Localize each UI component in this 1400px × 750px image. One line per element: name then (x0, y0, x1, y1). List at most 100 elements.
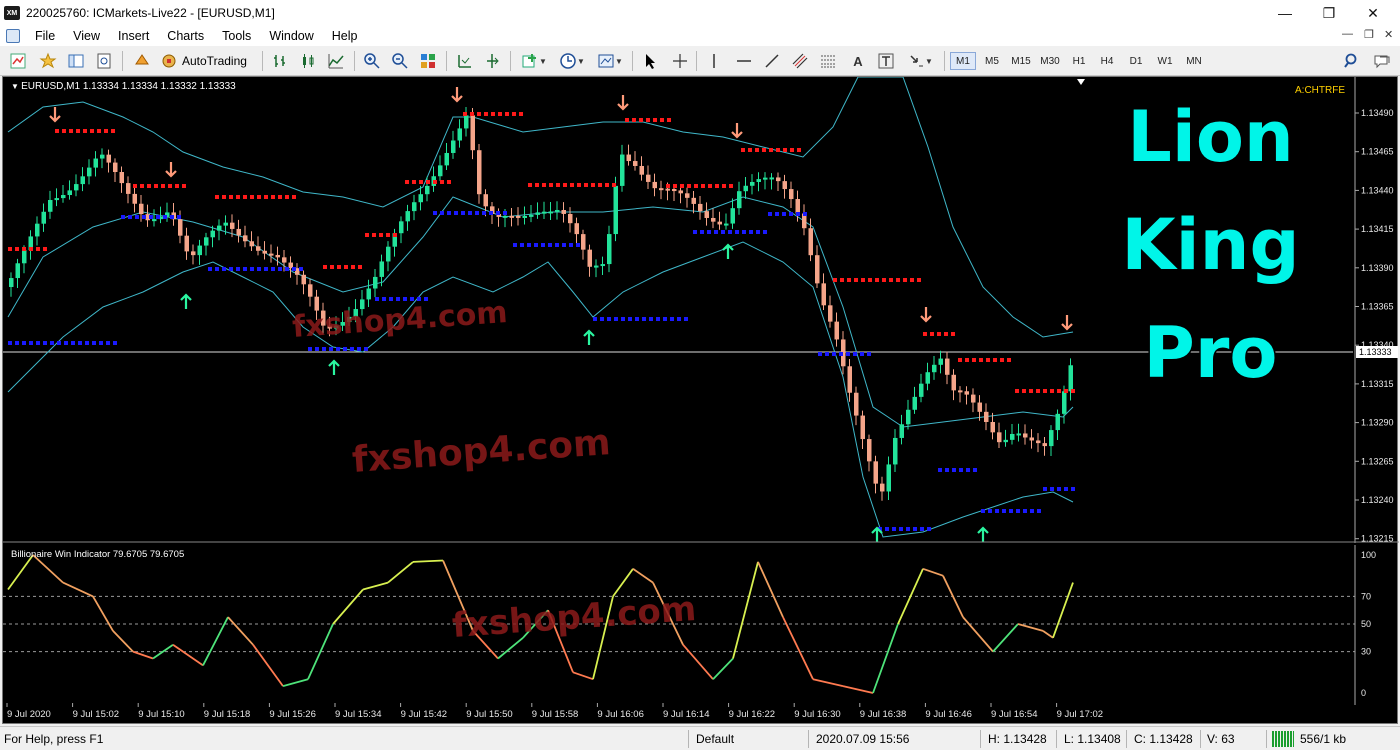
resistance-dot (840, 278, 844, 282)
text-label-icon[interactable] (876, 51, 896, 71)
status-traffic: 556/1 kb (1300, 732, 1347, 746)
menu-window[interactable]: Window (260, 26, 322, 46)
resistance-dot (1000, 358, 1004, 362)
resistance-dot (667, 118, 671, 122)
support-dot (447, 211, 451, 215)
support-dot (336, 347, 340, 351)
menu-help[interactable]: Help (323, 26, 367, 46)
chat-icon[interactable] (1372, 51, 1392, 71)
new-order-icon[interactable] (132, 51, 152, 71)
autotrading-button[interactable]: AutoTrading (160, 51, 256, 71)
zoom-in-icon[interactable] (362, 51, 382, 71)
timeframe-mn[interactable]: MN (1181, 52, 1207, 70)
timeframe-w1[interactable]: W1 (1152, 52, 1178, 70)
candle-bull (366, 288, 371, 300)
status-profile[interactable]: Default (696, 732, 734, 746)
support-dot (906, 527, 910, 531)
support-dot (721, 230, 725, 234)
time-tick-label: 9 Jul 16:22 (729, 709, 775, 720)
profiles-icon[interactable] (38, 51, 58, 71)
resistance-dot (257, 195, 261, 199)
support-dot (593, 317, 597, 321)
fibonacci-icon[interactable] (818, 51, 838, 71)
channel-icon[interactable] (790, 51, 810, 71)
resistance-dot (104, 129, 108, 133)
minimize-button[interactable]: — (1262, 0, 1308, 26)
text-icon[interactable]: A (848, 51, 868, 71)
mdi-restore-icon[interactable]: ❐ (1364, 28, 1374, 41)
timeframe-m15[interactable]: M15 (1008, 52, 1034, 70)
support-dot (527, 243, 531, 247)
menu-file[interactable]: File (26, 26, 64, 46)
periods-button[interactable]: ▼ (556, 51, 588, 71)
support-dot (163, 215, 167, 219)
indicator-line-segment (757, 561, 784, 618)
arrows-button[interactable]: ▼ (904, 51, 936, 71)
status-datetime: 2020.07.09 15:56 (816, 732, 910, 746)
mdi-minimize-icon[interactable]: — (1342, 28, 1353, 40)
tile-windows-icon[interactable] (418, 51, 438, 71)
horizontal-line-icon[interactable] (734, 51, 754, 71)
timeframe-d1[interactable]: D1 (1123, 52, 1149, 70)
support-dot (562, 243, 566, 247)
candle-bull (197, 245, 202, 256)
candle-bear (847, 366, 852, 393)
menu-tools[interactable]: Tools (213, 26, 260, 46)
brand-line-1: Lion (1126, 95, 1296, 180)
candle-bear (867, 439, 872, 462)
vertical-line-icon[interactable] (704, 51, 724, 71)
candlestick-icon[interactable] (298, 51, 318, 71)
support-dot (329, 347, 333, 351)
chart-window[interactable]: fxshop4.com fxshop4.com 1.13490 1.13465 1.13… (2, 76, 1399, 724)
auto-scroll-icon[interactable] (482, 51, 502, 71)
new-chart-icon[interactable] (8, 51, 28, 71)
candle-bull (522, 215, 527, 218)
support-dot (468, 211, 472, 215)
timeframe-m30[interactable]: M30 (1037, 52, 1063, 70)
candle-bull (1010, 433, 1015, 440)
market-watch-icon[interactable] (66, 51, 86, 71)
indicator-subwindow[interactable]: 100 70 50 30 0 fxshop4.com (3, 545, 1399, 705)
timeframe-h4[interactable]: H4 (1094, 52, 1120, 70)
support-dot (607, 317, 611, 321)
cursor-icon[interactable] (640, 51, 660, 71)
resistance-dot (694, 184, 698, 188)
timeframe-m5[interactable]: M5 (979, 52, 1005, 70)
crosshair-icon[interactable] (670, 51, 690, 71)
candle-bull (1068, 365, 1073, 392)
sell-arrow-icon (1061, 315, 1073, 331)
chart-shift-icon[interactable] (454, 51, 474, 71)
close-button[interactable]: ✕ (1350, 0, 1396, 26)
support-dot (825, 352, 829, 356)
candle-bull (503, 215, 508, 218)
candle-bear (191, 251, 196, 256)
timeframe-m1[interactable]: M1 (950, 52, 976, 70)
support-dot (1009, 509, 1013, 513)
navigator-icon[interactable] (94, 51, 114, 71)
candle-bear (256, 246, 261, 251)
support-dot (36, 341, 40, 345)
zoom-out-icon[interactable] (390, 51, 410, 71)
mdi-close-icon[interactable]: ✕ (1384, 28, 1393, 41)
indicators-button[interactable]: ▼ (518, 51, 550, 71)
maximize-button[interactable]: ❐ (1306, 0, 1352, 26)
menu-charts[interactable]: Charts (158, 26, 213, 46)
search-icon[interactable] (1342, 51, 1362, 71)
resistance-dot (477, 112, 481, 116)
menu-view[interactable]: View (64, 26, 109, 46)
support-dot (649, 317, 653, 321)
support-dot (57, 341, 61, 345)
resistance-dot (292, 195, 296, 199)
bar-chart-icon[interactable] (270, 51, 290, 71)
resistance-dot (666, 184, 670, 188)
indicators-icon (522, 54, 537, 68)
timeframe-h1[interactable]: H1 (1066, 52, 1092, 70)
indicator-line-segment (387, 561, 414, 584)
templates-button[interactable]: ▼ (594, 51, 626, 71)
trendline-icon[interactable] (762, 51, 782, 71)
support-dot (461, 211, 465, 215)
candle-bear (672, 189, 677, 192)
menu-insert[interactable]: Insert (109, 26, 158, 46)
line-chart-icon[interactable] (326, 51, 346, 71)
support-dot (913, 527, 917, 531)
